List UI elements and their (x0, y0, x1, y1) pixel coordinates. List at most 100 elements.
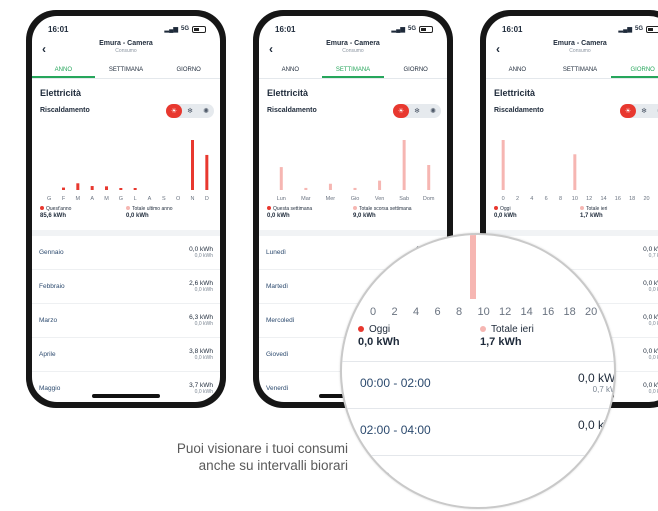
tab-anno[interactable]: ANNO (486, 64, 549, 78)
signal-bars-icon: ▂▄▆ (391, 26, 405, 33)
chart-tick-label: G (119, 196, 123, 202)
consumption-chart: Lun Mar Mer Gio Ven Sab Dom (277, 140, 435, 202)
snowflake-icon[interactable]: ❄ (409, 104, 425, 118)
list-row[interactable]: Gennaio 0,0 kWh 0,0 kWh (32, 236, 220, 270)
chart-tick-label: M (76, 196, 81, 202)
screen-title: Emura - Camera (99, 40, 153, 47)
row-previous-value: 0,0 kWh (194, 287, 213, 293)
tab-settimana[interactable]: SETTIMANA (321, 64, 385, 78)
chart-bar (105, 186, 108, 190)
chart-bar (191, 140, 194, 190)
screen-subtitle: Consumo (342, 48, 364, 54)
fan-icon[interactable]: ✺ (198, 104, 214, 118)
chart-bar (402, 140, 406, 190)
legend-label: Oggi (369, 324, 391, 335)
chart-bar (119, 188, 123, 190)
tab-giorno[interactable]: GIORNO (384, 64, 447, 78)
network-indicator: ▂▄▆ 5G (165, 25, 206, 33)
network-label: 5G (634, 26, 643, 32)
legend-label: Totale ultimo anno (132, 206, 173, 212)
battery-icon (646, 25, 658, 33)
row-value: 0,0 kWh (643, 280, 658, 287)
heating-label: Riscaldamento (267, 107, 317, 114)
row-previous-value: 0,0 kWh (648, 389, 658, 395)
chevron-left-icon[interactable]: ‹ (496, 42, 500, 56)
legend-value: 0,0 kWh (267, 213, 290, 219)
tab-anno[interactable]: ANNO (32, 64, 95, 78)
magnifier-lens: 0 2 4 6 8 10 12 14 16 18 20 2 Oggi 0,0 kWh Totale ieri… (340, 233, 616, 509)
chart-legend: Oggi 0,0 kWh Totale ieri 1,7 kWh (494, 206, 658, 219)
legend-item: Totale ultimo anno 0,0 kWh (126, 206, 212, 219)
legend-dot (126, 206, 130, 210)
chart-tick-label: 2 (391, 306, 398, 318)
period-tabs: ANNO SETTIMANA GIORNO (486, 64, 658, 79)
legend-value: 0,0 kWh (126, 213, 149, 219)
chart-tick-label: 16 (542, 306, 555, 318)
chart-tick-label: 6 (434, 306, 441, 318)
chart-legend: Quest'anno 85,6 kWh Totale ultimo anno 0,0 … (40, 206, 212, 219)
row-value: 2,6 kWh (189, 280, 213, 287)
legend-dot (580, 206, 584, 210)
chart-tick-label: D (205, 196, 209, 202)
screen-title: Emura - Camera (553, 40, 607, 47)
sun-heat-icon[interactable]: ☀ (620, 104, 636, 118)
legend-label: Oggi (500, 206, 511, 212)
row-previous-value: 0,7 kWh (648, 253, 658, 259)
consumption-chart: GFMAMGLASOND (47, 140, 209, 202)
sun-heat-icon[interactable]: ☀ (166, 104, 182, 118)
row-values: 0,0 kWh0,0 kWh (643, 382, 658, 395)
chevron-left-icon[interactable]: ‹ (42, 42, 46, 56)
chart-tick-label: 2 (606, 306, 613, 318)
chart-tick-label: Dom (423, 196, 435, 202)
home-indicator (92, 394, 160, 398)
legend-item: Totale ieri 1,7 kWh (580, 206, 658, 219)
caption-line-1: Puoi visionare i tuoi consumi (176, 441, 348, 456)
chevron-left-icon[interactable]: ‹ (269, 42, 273, 56)
list-row[interactable]: 06:00 (342, 455, 614, 502)
snowflake-icon[interactable]: ❄ (182, 104, 198, 118)
network-indicator: ▂▄▆ 5G (391, 25, 433, 33)
legend-value: 9,0 kWh (353, 213, 376, 219)
network-label: 5G (180, 26, 189, 32)
tab-anno[interactable]: ANNO (259, 64, 322, 78)
chart-tick-label: 10 (572, 196, 578, 202)
row-values: 0,0 kWh0,0 kWh (643, 348, 658, 361)
chart-tick-label: O (176, 196, 181, 202)
tab-settimana[interactable]: SETTIMANA (549, 64, 612, 78)
chart-bar (573, 154, 577, 190)
legend-label: Quest'anno (46, 206, 72, 212)
chart-bar (501, 140, 505, 190)
tab-giorno[interactable]: GIORNO (611, 64, 658, 78)
row-label: Aprile (39, 351, 56, 358)
row-label: Maggio (39, 385, 61, 392)
chart-bar (62, 187, 65, 190)
list-row[interactable]: Marzo 6,3 kWh 0,0 kWh (32, 304, 220, 338)
legend-label: Totale ieri (586, 206, 608, 212)
tab-giorno[interactable]: GIORNO (157, 64, 220, 78)
fan-icon[interactable]: ✺ (425, 104, 441, 118)
list-row[interactable]: 00:00 - 02:00 0,0 kWh0,7 kWh (342, 361, 614, 408)
tab-settimana[interactable]: SETTIMANA (95, 64, 158, 78)
row-values: 0,0 kWh0,7 kWh (552, 371, 614, 394)
chart-tick-label: 8 (456, 306, 463, 318)
chart-tick-label: 20 (643, 196, 649, 202)
fan-icon[interactable]: ✺ (652, 104, 658, 118)
chart-tick-label: 18 (563, 306, 576, 318)
network-label: 5G (407, 26, 416, 32)
list-row[interactable]: 02:00 - 04:00 0,0 kWh0,0 k (342, 408, 614, 455)
chart-tick-label: 10 (477, 306, 490, 318)
status-bar: 16:01 ▂▄▆ 5G (275, 23, 433, 35)
heating-label: Riscaldamento (494, 107, 544, 114)
sun-heat-icon[interactable]: ☀ (393, 104, 409, 118)
chart-tick-label: 8 (559, 196, 562, 202)
chart-bar (427, 165, 431, 190)
chart-bar (378, 180, 382, 190)
legend-dot (494, 206, 498, 210)
list-row[interactable]: Aprile 3,8 kWh 0,0 kWh (32, 338, 220, 372)
list-row[interactable]: Febbraio 2,6 kWh 0,0 kWh (32, 270, 220, 304)
row-previous-value: 0,0 kWh (194, 321, 213, 327)
row-value: 0,0 kWh (643, 246, 658, 253)
snowflake-icon[interactable]: ❄ (636, 104, 652, 118)
chart-tick-label: S (162, 196, 166, 202)
legend-label: Totale scorsa settimana (359, 206, 412, 212)
